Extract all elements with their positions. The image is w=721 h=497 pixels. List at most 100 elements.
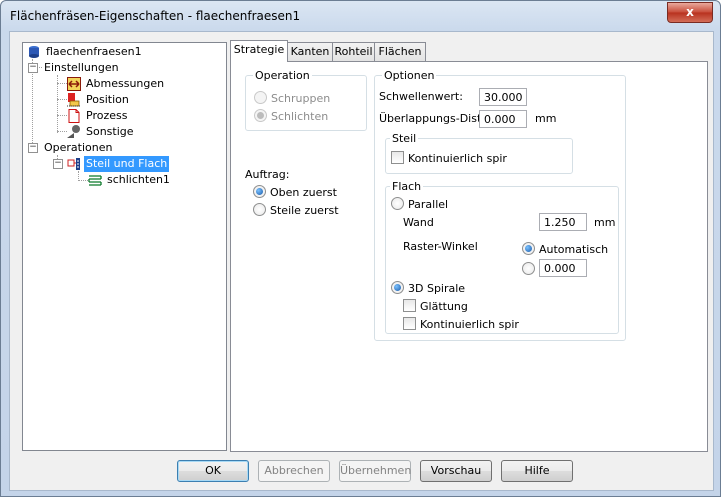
checkbox-label: Kontinuierlich spir: [408, 152, 507, 165]
operation-icon: [67, 157, 81, 171]
ok-button[interactable]: OK: [177, 460, 249, 482]
collapse-toggle[interactable]: −: [28, 63, 38, 73]
radio-label: Oben zuerst: [270, 186, 337, 199]
tab-strategy[interactable]: Strategie: [230, 40, 288, 62]
tree-line: [57, 99, 67, 100]
collapse-toggle[interactable]: −: [53, 159, 63, 169]
group-label: Operation: [253, 69, 312, 82]
preview-button[interactable]: Vorschau: [420, 460, 492, 482]
tree-item-position[interactable]: Position: [67, 92, 131, 108]
raster-label: Raster-Winkel: [403, 240, 478, 253]
tree-item-steep-flat[interactable]: Steil und Flach: [67, 156, 170, 172]
tree-item-process[interactable]: Prozess: [67, 108, 129, 124]
position-icon: [67, 93, 81, 107]
tree-label: Einstellungen: [44, 61, 119, 74]
radio-circle: [253, 203, 266, 216]
group-label: Steil: [390, 132, 419, 145]
tree-item-misc[interactable]: Sonstige: [67, 124, 136, 140]
tree-line: [78, 180, 88, 181]
tree-line: [57, 115, 67, 116]
window-title: Flächenfräsen-Eigenschaften - flaechenfr…: [10, 9, 301, 23]
checkbox-box: [391, 151, 404, 164]
checkbox-smoothing[interactable]: Glättung: [403, 299, 468, 313]
radio-circle: [391, 197, 404, 210]
overlap-label: Überlappungs-Distar: [379, 112, 493, 125]
tree-label: Operationen: [44, 141, 113, 154]
radio-circle: [253, 185, 266, 198]
checkbox-label: Glättung: [420, 300, 468, 313]
tab-edges[interactable]: Kanten: [287, 42, 333, 61]
radio-label: 3D Spirale: [408, 282, 466, 295]
feature-tree[interactable]: flaechenfraesen1 − Einstellungen Abmessu…: [22, 42, 227, 451]
tree-item-finish1[interactable]: schlichten1: [88, 172, 172, 188]
steep-group: Steil Kontinuierlich spir: [385, 132, 573, 174]
tree-label: Abmessungen: [86, 77, 165, 90]
radio-label: Schruppen: [271, 92, 331, 105]
tree-label: Position: [86, 93, 129, 106]
collapse-toggle[interactable]: −: [28, 143, 38, 153]
toolpath-icon: [88, 173, 102, 187]
tree-label: Sonstige: [86, 125, 134, 138]
wall-input[interactable]: 1.250: [539, 213, 587, 231]
radio-circle: [522, 242, 535, 255]
wall-unit: mm: [594, 216, 616, 229]
radio-label: Schlichten: [271, 110, 329, 123]
radio-circle: [254, 109, 267, 122]
radio-steep-first[interactable]: Steile zuerst: [253, 203, 339, 217]
flat-group: Flach Parallel Wand 1.250 mm Raster-Wink…: [385, 180, 619, 334]
checkbox-box: [403, 317, 416, 330]
close-button[interactable]: x: [667, 2, 713, 23]
shapes-icon: [67, 125, 81, 139]
help-button[interactable]: Hilfe: [501, 460, 573, 482]
radio-label: Automatisch: [539, 243, 609, 256]
radio-circle: [254, 91, 267, 104]
tree-item-dimensions[interactable]: Abmessungen: [67, 76, 166, 92]
cancel-button[interactable]: Abbrechen: [258, 460, 330, 482]
database-icon: [27, 45, 41, 59]
radio-label: Steile zuerst: [270, 204, 339, 217]
radio-circle: [522, 262, 535, 275]
radio-3d-spiral[interactable]: 3D Spirale: [391, 281, 465, 295]
wall-label: Wand: [403, 216, 434, 229]
strategy-panel: Operation Schruppen Schlichten Auftrag: …: [230, 61, 708, 452]
radio-raster-angle[interactable]: [522, 262, 539, 276]
order-label: Auftrag:: [245, 168, 290, 181]
checkbox-flat-continuous[interactable]: Kontinuierlich spir: [403, 317, 519, 331]
tree-item-settings[interactable]: Einstellungen: [42, 60, 121, 76]
tree-label: Prozess: [86, 109, 128, 122]
title-bar[interactable]: Flächenfräsen-Eigenschaften - flaechenfr…: [1, 1, 720, 31]
operation-group: Operation Schruppen Schlichten: [245, 69, 367, 131]
raster-angle-input[interactable]: 0.000: [539, 259, 587, 277]
radio-circle: [391, 281, 404, 294]
tab-stock[interactable]: Rohteil: [332, 42, 375, 61]
group-label: Flach: [390, 180, 424, 193]
tree-label: Steil und Flach: [84, 156, 170, 172]
checkbox-steep-continuous[interactable]: Kontinuierlich spir: [391, 151, 507, 165]
tree-line: [57, 131, 67, 132]
tree-label: flaechenfraesen1: [46, 45, 142, 58]
tree-item-root[interactable]: flaechenfraesen1: [27, 44, 144, 60]
tree-item-operations[interactable]: Operationen: [42, 140, 114, 156]
checkbox-box: [403, 299, 416, 312]
overlap-unit: mm: [535, 112, 557, 125]
radio-finishing[interactable]: Schlichten: [254, 109, 328, 123]
options-group: Optionen Schwellenwert: 30.000 Überlappu…: [374, 69, 626, 341]
dimensions-icon: [67, 77, 81, 91]
radio-parallel[interactable]: Parallel: [391, 197, 448, 211]
document-icon: [67, 109, 81, 123]
apply-button[interactable]: Übernehmen: [339, 460, 411, 482]
dialog-window: Flächenfräsen-Eigenschaften - flaechenfr…: [0, 0, 721, 497]
tree-label: schlichten1: [107, 173, 170, 186]
checkbox-label: Kontinuierlich spir: [420, 318, 519, 331]
group-label: Optionen: [382, 69, 437, 82]
threshold-input[interactable]: 30.000: [479, 88, 527, 106]
radio-top-first[interactable]: Oben zuerst: [253, 185, 337, 199]
radio-raster-auto[interactable]: Automatisch: [522, 242, 608, 256]
radio-roughing[interactable]: Schruppen: [254, 91, 330, 105]
threshold-label: Schwellenwert:: [379, 90, 463, 103]
tab-surfaces[interactable]: Flächen: [374, 42, 426, 61]
radio-label: Parallel: [408, 198, 449, 211]
dialog-client: flaechenfraesen1 − Einstellungen Abmessu…: [9, 31, 714, 491]
overlap-input[interactable]: 0.000: [479, 110, 527, 128]
tree-line: [57, 83, 67, 84]
